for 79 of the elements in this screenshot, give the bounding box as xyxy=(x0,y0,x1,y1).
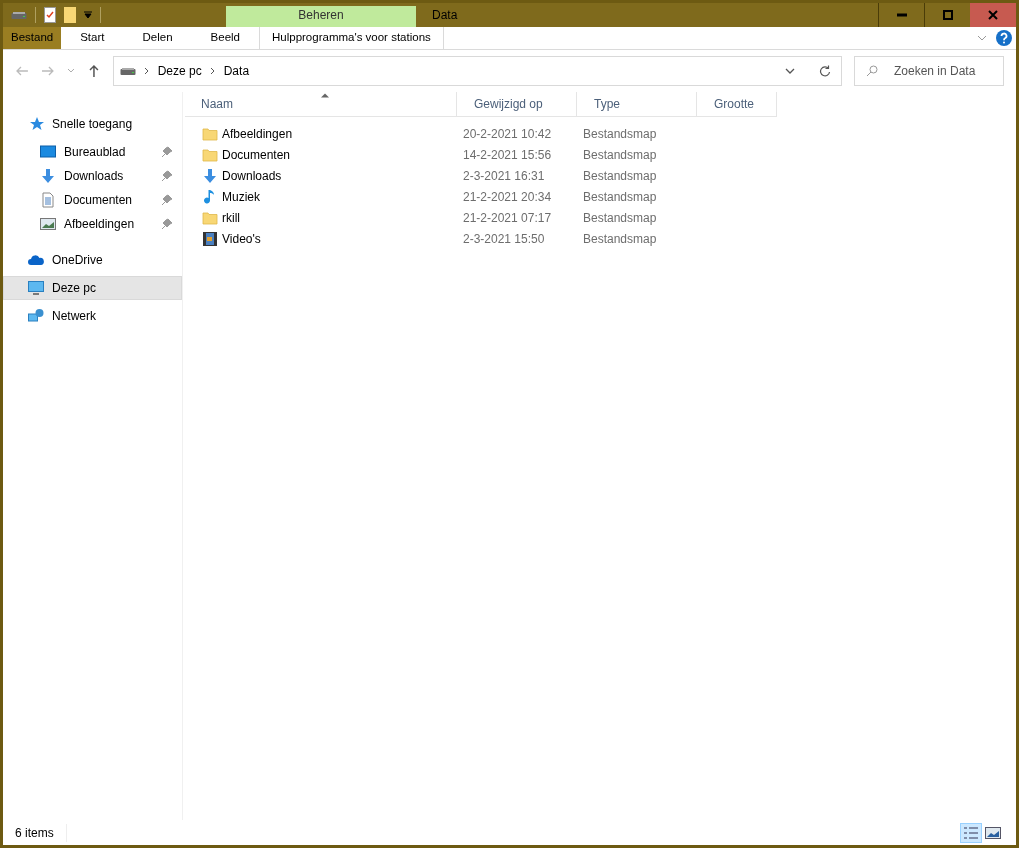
sidebar-item[interactable]: Downloads xyxy=(3,164,182,188)
file-name: Muziek xyxy=(222,188,260,206)
sidebar-item[interactable]: Deze pc xyxy=(3,276,182,300)
down-arrow-icon xyxy=(202,167,218,184)
checklist-icon[interactable] xyxy=(44,7,56,23)
desktop-icon xyxy=(40,144,56,160)
file-name: rkill xyxy=(222,209,240,227)
modified-date: 21-2-2021 20:34 xyxy=(462,188,553,206)
search-field[interactable]: Zoeken in Data xyxy=(854,56,1004,86)
sidebar-item[interactable]: Bureaublad xyxy=(3,140,182,164)
monitor-icon xyxy=(28,280,44,296)
modified-date: 2-3-2021 15:50 xyxy=(462,230,546,248)
chevron-right-icon xyxy=(209,67,216,75)
chevron-right-icon xyxy=(143,67,150,75)
sidebar-item[interactable]: Netwerk xyxy=(3,304,182,328)
file-type: Bestandsmap xyxy=(582,146,658,164)
refresh-icon[interactable] xyxy=(819,65,831,77)
file-name: Documenten xyxy=(222,146,291,164)
column-header[interactable]: Gewijzigd op xyxy=(457,92,577,116)
film-icon xyxy=(202,230,218,247)
dropdown-icon[interactable] xyxy=(84,11,92,19)
file-type: Bestandsmap xyxy=(582,125,658,143)
column-header[interactable]: Type xyxy=(577,92,697,116)
file-type: Bestandsmap xyxy=(582,188,658,206)
picture-icon xyxy=(985,826,1001,839)
file-row[interactable]: Afbeeldingen 20-2-2021 10:42 Bestandsmap xyxy=(185,123,1016,144)
drive-icon xyxy=(11,9,27,21)
close-button[interactable] xyxy=(970,3,1016,27)
file-name: Downloads xyxy=(222,167,282,185)
sidebar-item[interactable]: Snelle toegang xyxy=(3,112,182,136)
folder-icon xyxy=(202,209,218,226)
ribbon-tab[interactable]: Beeld xyxy=(191,27,259,49)
ribbon-tab[interactable]: Start xyxy=(61,27,124,49)
modified-date: 21-2-2021 07:17 xyxy=(462,209,553,227)
address-bar[interactable]: Deze pc Data xyxy=(112,56,842,86)
sidebar-item[interactable]: Afbeeldingen xyxy=(3,212,182,236)
file-name: Video's xyxy=(222,230,261,248)
down-arrow-icon xyxy=(40,168,56,184)
folder-icon xyxy=(202,146,218,163)
sort-ascending-icon xyxy=(321,92,329,98)
details-list-icon xyxy=(963,825,979,840)
ribbon-tab[interactable]: Delen xyxy=(123,27,192,49)
modified-date: 20-2-2021 10:42 xyxy=(462,125,553,143)
star-icon xyxy=(28,116,44,132)
picture-icon xyxy=(40,216,56,232)
file-type: Bestandsmap xyxy=(582,209,658,227)
file-row[interactable]: rkill 21-2-2021 07:17 Bestandsmap xyxy=(185,207,1016,228)
document-icon xyxy=(40,192,56,208)
file-row[interactable]: Downloads 2-3-2021 16:31 Bestandsmap xyxy=(185,165,1016,186)
file-row[interactable]: Documenten 14-2-2021 15:56 Bestandsmap xyxy=(185,144,1016,165)
file-row[interactable]: Video's 2-3-2021 15:50 Bestandsmap xyxy=(185,228,1016,249)
minimize-icon xyxy=(896,13,907,17)
drive-icon xyxy=(119,65,136,77)
ribbon-tab[interactable]: Hulpprogramma's voor stations xyxy=(259,27,444,49)
window-title: Data xyxy=(432,7,458,24)
column-header[interactable]: Grootte xyxy=(697,92,777,116)
breadcrumb-item[interactable]: Deze pc xyxy=(157,62,202,80)
chevron-down-icon[interactable] xyxy=(785,66,795,76)
cloud-icon xyxy=(28,252,44,268)
file-name: Afbeeldingen xyxy=(222,125,293,143)
up-arrow-icon[interactable] xyxy=(86,64,101,78)
breadcrumb-item[interactable]: Data xyxy=(223,62,250,80)
modified-date: 2-3-2021 16:31 xyxy=(462,167,546,185)
context-tab-header: Beheren xyxy=(226,6,416,27)
file-row[interactable]: Muziek 21-2-2021 20:34 Bestandsmap xyxy=(185,186,1016,207)
modified-date: 14-2-2021 15:56 xyxy=(462,146,553,164)
close-icon xyxy=(988,10,998,20)
maximize-icon xyxy=(942,10,953,20)
item-count: 6 items xyxy=(15,823,67,842)
ribbon-tab[interactable]: Bestand xyxy=(3,27,62,49)
file-type: Bestandsmap xyxy=(582,167,658,185)
help-icon[interactable] xyxy=(996,30,1012,46)
file-type: Bestandsmap xyxy=(582,230,658,248)
sidebar-item[interactable]: Documenten xyxy=(3,188,182,212)
network-icon xyxy=(28,308,44,324)
search-icon xyxy=(866,65,878,77)
sidebar-item[interactable]: OneDrive xyxy=(3,248,182,272)
details-view-button[interactable] xyxy=(960,822,982,843)
folder-icon xyxy=(202,125,218,142)
